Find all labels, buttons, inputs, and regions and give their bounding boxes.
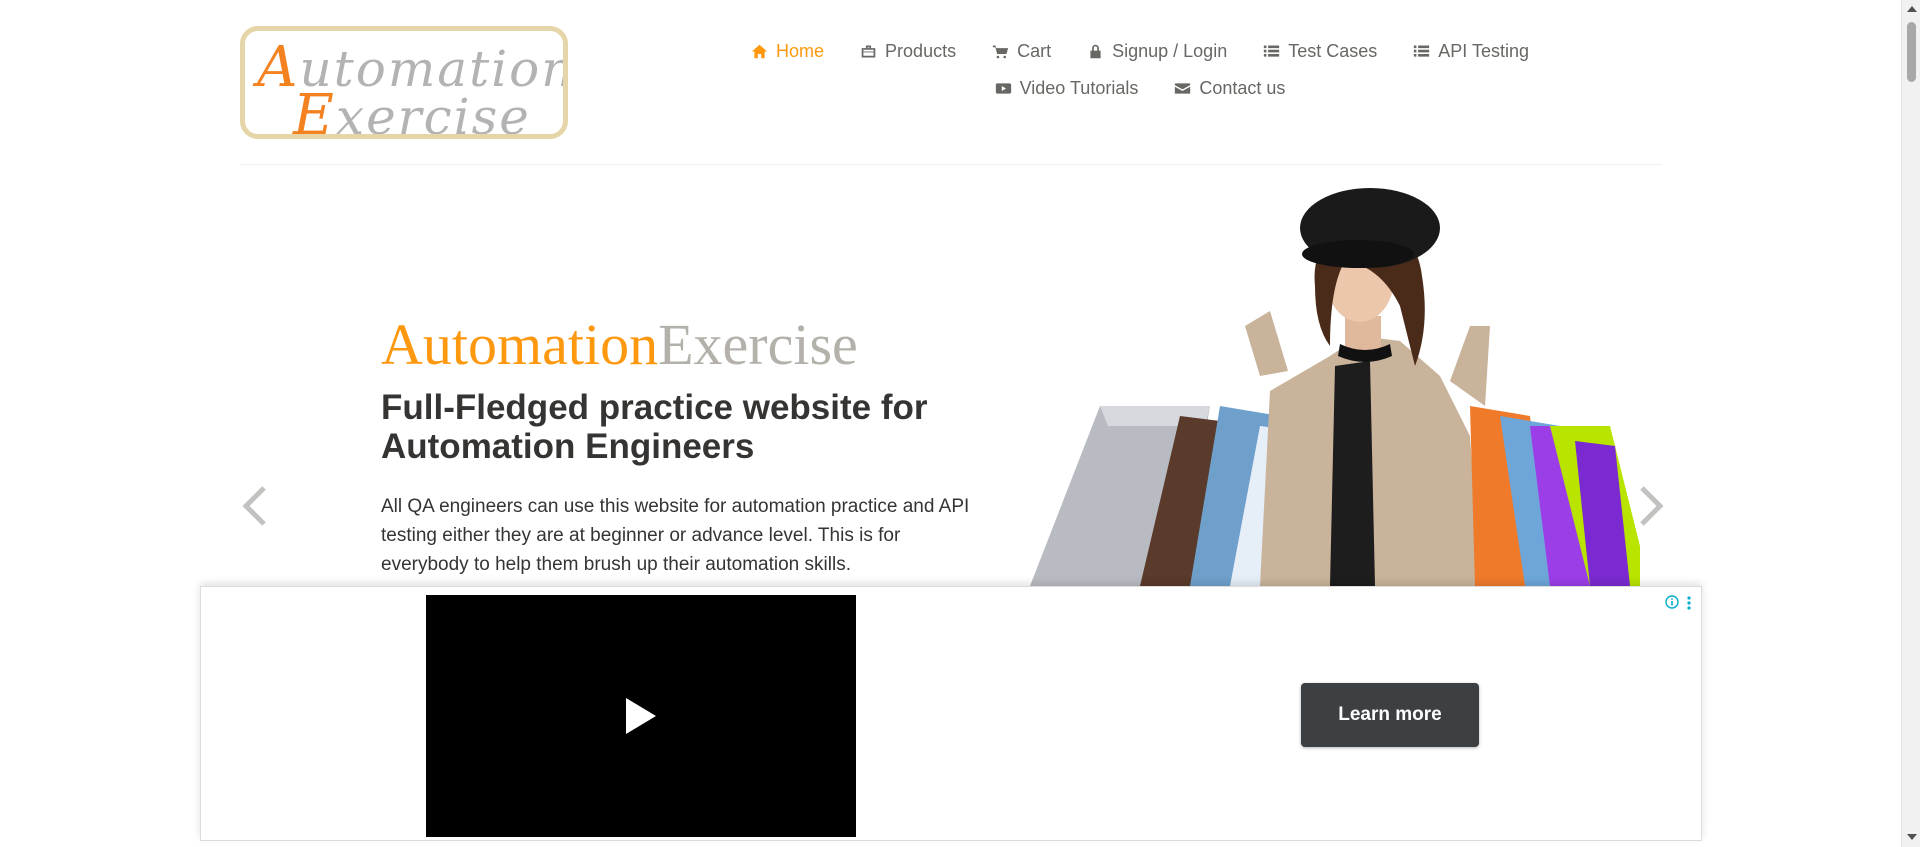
ad-options-icon[interactable]	[1685, 595, 1693, 611]
nav-item-label: Test Cases	[1288, 40, 1378, 61]
hero-description: All QA engineers can use this website fo…	[381, 496, 970, 575]
play-icon	[626, 698, 656, 734]
scroll-down-arrow-icon[interactable]	[1907, 834, 1917, 840]
logo-line-2: Exercise	[293, 83, 531, 139]
scrollbar-thumb[interactable]	[1907, 22, 1916, 82]
scroll-up-arrow-icon[interactable]	[1907, 6, 1917, 12]
hero-title-part-1: Automation	[381, 312, 659, 377]
header-divider	[240, 164, 1662, 165]
ad-video-player[interactable]	[426, 595, 856, 837]
nav-item-video-tutorials[interactable]: Video Tutorials	[995, 77, 1139, 99]
home-icon	[751, 44, 768, 58]
nav-item-test-cases[interactable]: Test Cases	[1263, 41, 1377, 62]
ad-banner: Learn more	[200, 586, 1702, 841]
nav-item-label: Video Tutorials	[1019, 77, 1139, 98]
nav-item-cart[interactable]: Cart	[992, 41, 1051, 62]
lock-icon	[1090, 44, 1101, 58]
nav-item-label: Contact us	[1199, 77, 1286, 98]
main-nav: Home Products Cart Signup / Login Test C…	[740, 36, 1540, 103]
youtube-play-icon	[995, 82, 1011, 94]
list-icon	[1414, 45, 1430, 57]
nav-item-home[interactable]: Home	[751, 41, 824, 62]
site-logo[interactable]: Automation Exercise	[240, 26, 568, 139]
hero-subtitle: Full-Fledged practice website for Automa…	[381, 388, 928, 466]
nav-item-contact-us[interactable]: Contact us	[1174, 78, 1285, 99]
site-header: Automation Exercise Home Products Cart S…	[0, 0, 1900, 166]
hero-carousel: AutomationExercise Full-Fledged practice…	[0, 166, 1900, 752]
envelope-icon	[1175, 82, 1191, 94]
ad-info-icon[interactable]	[1665, 595, 1679, 609]
nav-item-label: API Testing	[1438, 40, 1529, 61]
nav-item-label: Products	[885, 40, 957, 61]
chevron-left-icon	[242, 486, 266, 526]
hero-title-part-2: Exercise	[658, 312, 858, 377]
list-icon	[1264, 45, 1280, 57]
hero-model-image	[1030, 176, 1640, 586]
briefcase-icon	[861, 45, 876, 57]
nav-item-label: Signup / Login	[1112, 40, 1228, 61]
page-scrollbar[interactable]	[1901, 0, 1920, 847]
nav-item-api-testing[interactable]: API Testing	[1413, 41, 1529, 62]
carousel-prev-button[interactable]	[236, 476, 276, 536]
learn-more-button[interactable]: Learn more	[1301, 683, 1479, 747]
nav-item-label: Home	[776, 40, 825, 61]
hero-title: AutomationExercise	[381, 311, 858, 378]
nav-item-signup-login[interactable]: Signup / Login	[1087, 41, 1227, 62]
nav-item-products[interactable]: Products	[860, 41, 956, 62]
nav-item-label: Cart	[1017, 40, 1052, 61]
cart-icon	[992, 45, 1009, 58]
